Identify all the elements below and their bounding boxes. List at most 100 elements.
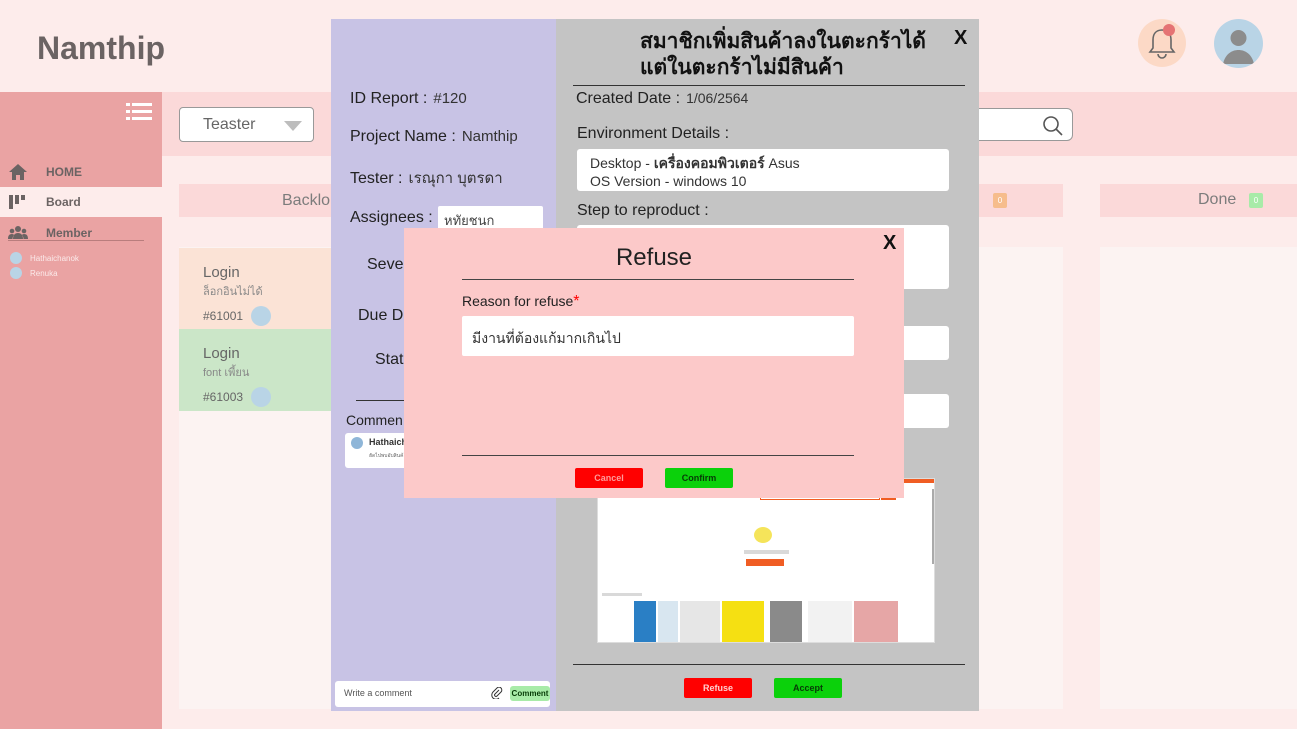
column-body-done bbox=[1100, 247, 1297, 709]
environment-label: Environment Details : bbox=[577, 125, 730, 142]
comment-input[interactable]: Write a comment Comment bbox=[335, 681, 550, 707]
count-badge: 0 bbox=[993, 193, 1007, 208]
sidebar-item-member[interactable]: Member bbox=[0, 218, 162, 248]
comment-label: Commen bbox=[346, 412, 403, 428]
product-thumb bbox=[854, 601, 898, 642]
env-text: Asus bbox=[764, 155, 800, 171]
text-field[interactable] bbox=[899, 394, 949, 428]
field-value: เรณุกา บุตรดา bbox=[408, 170, 503, 187]
steps-label: Step to reproduct : bbox=[577, 202, 709, 219]
close-icon[interactable]: X bbox=[954, 27, 967, 50]
env-text: เครื่องคอมพิวเตอร์ bbox=[653, 155, 765, 171]
sidebar-item-home[interactable]: HOME bbox=[0, 157, 162, 187]
member-name: Hathaichanok bbox=[30, 253, 79, 263]
project-name-field: Project Name : Namthip bbox=[350, 128, 518, 146]
field-value: #120 bbox=[433, 90, 467, 107]
env-text: Desktop - bbox=[590, 155, 654, 171]
search-icon bbox=[1043, 116, 1063, 136]
screenshot-text bbox=[744, 550, 789, 554]
comment-text: ฮัดไปพบอับสินค้ bbox=[369, 453, 404, 459]
field-label: Project Name : bbox=[350, 128, 456, 145]
product-thumb bbox=[770, 601, 802, 642]
card-title: Login bbox=[203, 264, 240, 281]
board-icon bbox=[8, 193, 28, 211]
task-card[interactable]: Login ล็อกอินไม่ได้ #61001 bbox=[179, 248, 339, 330]
avatar bbox=[251, 306, 272, 326]
assignees-field[interactable]: หทัยชนก bbox=[438, 206, 543, 230]
env-text: OS Version - windows 10 bbox=[590, 173, 747, 189]
screenshot-button bbox=[746, 559, 784, 566]
chevron-down-icon bbox=[284, 121, 302, 131]
comment-author: Hathaich bbox=[369, 437, 408, 447]
column-body bbox=[979, 247, 1063, 709]
refuse-dialog: X Refuse Reason for refuse* มีงานที่ต้อง… bbox=[404, 228, 904, 498]
accept-button[interactable]: Accept bbox=[774, 678, 842, 698]
assignees-label: Assignees : bbox=[350, 209, 433, 226]
environment-details: Desktop - เครื่องคอมพิวเตอร์ Asus OS Ver… bbox=[577, 149, 949, 191]
app-brand: Namthip bbox=[37, 30, 165, 66]
reason-label-text: Reason for refuse bbox=[462, 293, 574, 309]
sidebar-item-board[interactable]: Board bbox=[0, 187, 162, 217]
avatar bbox=[10, 267, 22, 279]
screenshot-attachment[interactable] bbox=[597, 478, 935, 643]
notification-bell-icon[interactable] bbox=[1138, 19, 1186, 67]
avatar bbox=[251, 387, 272, 407]
card-id: #61001 bbox=[203, 309, 244, 323]
dialog-title: Refuse bbox=[615, 244, 693, 271]
text-field[interactable] bbox=[899, 326, 949, 360]
severity-label: Sever bbox=[367, 256, 409, 273]
home-icon bbox=[8, 163, 28, 181]
refuse-button[interactable]: Refuse bbox=[684, 678, 752, 698]
avatar bbox=[10, 252, 22, 264]
confirm-button[interactable]: Confirm bbox=[665, 468, 733, 488]
card-title: Login bbox=[203, 345, 240, 362]
card-id: #61003 bbox=[203, 390, 244, 404]
count-badge: 0 bbox=[1249, 193, 1263, 208]
card-subtitle: ล็อกอินไม่ได้ bbox=[203, 286, 263, 298]
divider bbox=[573, 85, 965, 86]
product-thumb bbox=[680, 601, 720, 642]
screenshot-text bbox=[602, 593, 642, 596]
column-header: 0 bbox=[979, 184, 1063, 217]
product-thumb bbox=[658, 601, 678, 642]
scrollbar[interactable] bbox=[932, 489, 934, 564]
sidebar-item-label: Board bbox=[46, 195, 81, 209]
cancel-button[interactable]: Cancel bbox=[575, 468, 643, 488]
product-thumb bbox=[808, 601, 852, 642]
divider bbox=[462, 279, 854, 280]
reason-label: Reason for refuse* bbox=[462, 293, 580, 311]
reason-input[interactable]: มีงานที่ต้องแก้มากเกินไป bbox=[462, 316, 854, 356]
role-select-value: Teaster bbox=[203, 116, 256, 133]
user-avatar[interactable] bbox=[1214, 19, 1263, 68]
empty-cart-icon bbox=[754, 527, 772, 543]
divider bbox=[8, 240, 144, 241]
field-value: 1/06/2564 bbox=[686, 90, 749, 106]
menu-icon[interactable] bbox=[126, 102, 152, 122]
member-item[interactable]: Hathaichanok bbox=[10, 252, 79, 264]
comment-placeholder: Write a comment bbox=[344, 688, 412, 698]
report-title: สมาชิกเพิ่มสินค้าลงในตะกร้าได้ แต่ในตะกร… bbox=[640, 30, 926, 79]
member-item[interactable]: Renuka bbox=[10, 267, 58, 279]
field-value: Namthip bbox=[461, 128, 518, 145]
divider bbox=[573, 664, 965, 665]
comment-button[interactable]: Comment bbox=[510, 686, 550, 701]
role-select[interactable]: Teaster bbox=[179, 107, 314, 142]
notification-badge bbox=[1163, 24, 1175, 36]
member-name: Renuka bbox=[30, 268, 58, 278]
column-title: Backlo bbox=[282, 192, 331, 209]
field-label: ID Report : bbox=[350, 90, 428, 107]
column-title: Done bbox=[1198, 191, 1237, 208]
sidebar: HOME Board Member Hathaichanok Renuka bbox=[0, 92, 162, 729]
created-date-field: Created Date : 1/06/2564 bbox=[576, 90, 748, 108]
tester-field: Tester : เรณุกา บุตรดา bbox=[350, 166, 503, 190]
sidebar-item-label: Member bbox=[46, 226, 93, 240]
divider bbox=[462, 455, 854, 456]
task-card[interactable]: Login font เพี้ยน #61003 bbox=[179, 329, 339, 411]
field-label: Created Date : bbox=[576, 90, 681, 107]
required-marker: * bbox=[573, 293, 580, 310]
status-label: Stat bbox=[375, 351, 404, 368]
card-subtitle: font เพี้ยน bbox=[203, 367, 250, 379]
attach-icon[interactable] bbox=[491, 686, 503, 701]
product-thumb bbox=[722, 601, 764, 642]
field-label: Tester : bbox=[350, 170, 403, 187]
